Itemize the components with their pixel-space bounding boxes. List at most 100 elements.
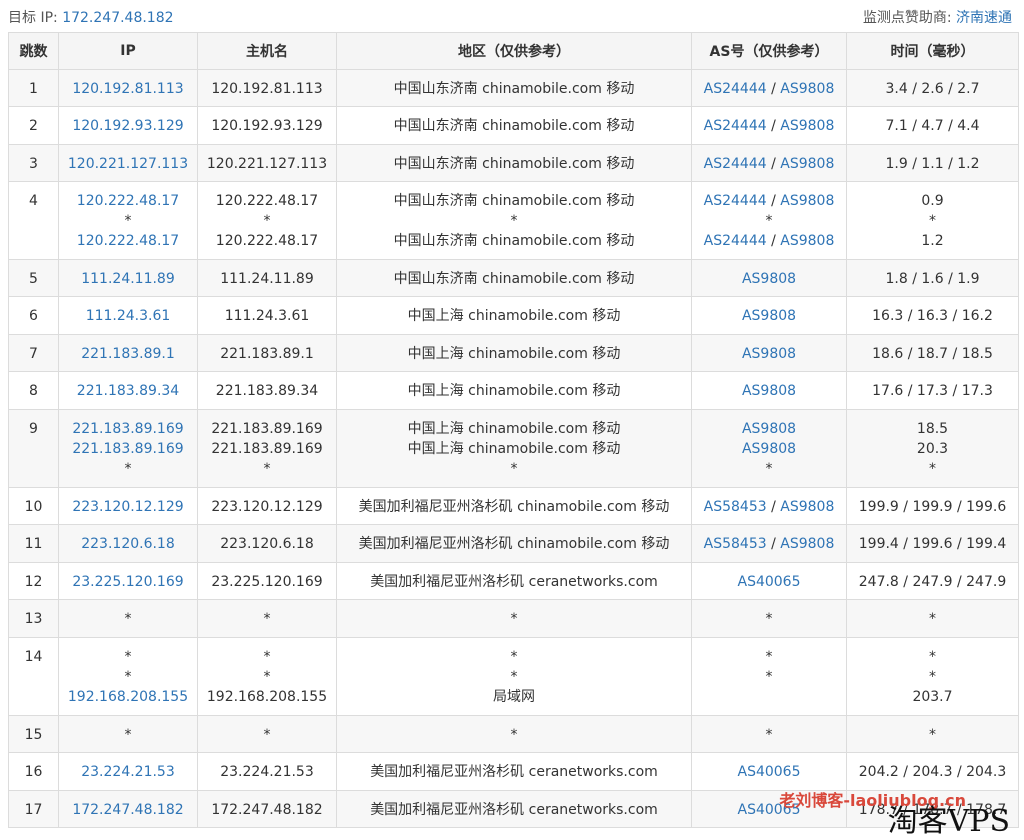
hostname-text: 120.192.81.113 bbox=[211, 81, 323, 97]
as-cell: AS58453 / AS9808 bbox=[691, 487, 847, 525]
time-cell: 1.8 / 1.6 / 1.9 bbox=[846, 259, 1019, 297]
hostname-cell: * * 192.168.208.155 bbox=[197, 637, 337, 716]
latency-text: 247.8 / 247.9 / 247.9 bbox=[858, 574, 1007, 590]
region-cell: 美国加利福尼亚州洛杉矶 ceranetworks.com bbox=[336, 562, 692, 600]
ip-link[interactable]: 221.183.89.169 bbox=[59, 419, 197, 439]
table-row: 3 120.221.127.113 120.221.127.113 中国山东济南 ch… bbox=[8, 144, 1019, 182]
ip-link[interactable]: 111.24.3.61 bbox=[59, 306, 197, 326]
as-link[interactable]: AS9808 bbox=[742, 383, 796, 399]
column-header-as: AS号（仅供参考） bbox=[691, 32, 847, 70]
as-link[interactable]: AS9808 bbox=[742, 346, 796, 362]
latency-text: 1.8 / 1.6 / 1.9 bbox=[885, 271, 980, 287]
as-link[interactable]: AS40065 bbox=[738, 574, 801, 590]
hostname-cell: 23.224.21.53 bbox=[197, 752, 337, 791]
ip-link[interactable]: 221.183.89.169 bbox=[59, 439, 197, 459]
as-link[interactable]: AS24444 bbox=[704, 81, 767, 97]
as-link[interactable]: AS9808 bbox=[742, 308, 796, 324]
as-link[interactable]: AS24444 bbox=[704, 156, 767, 172]
target-ip-value[interactable]: 172.247.48.182 bbox=[62, 10, 173, 26]
ip-link[interactable]: 120.221.127.113 bbox=[59, 154, 197, 174]
ip-cell: * * 192.168.208.155 bbox=[58, 637, 198, 716]
as-cell: AS58453 / AS9808 bbox=[691, 524, 847, 563]
region-cell: 中国山东济南 chinamobile.com 移动 bbox=[336, 259, 692, 297]
ip-cell: 223.120.6.18 bbox=[58, 524, 198, 563]
hostname-cell: 223.120.6.18 bbox=[197, 524, 337, 563]
timeout-marker: * bbox=[510, 727, 518, 743]
as-cell: AS9808 bbox=[691, 296, 847, 335]
as-link[interactable]: AS9808 bbox=[780, 193, 834, 209]
as-link[interactable]: AS9808 bbox=[780, 233, 834, 249]
ip-link[interactable]: 120.192.81.113 bbox=[59, 79, 197, 99]
ip-link[interactable]: 120.192.93.129 bbox=[59, 116, 197, 136]
as-cell: AS24444 / AS9808 bbox=[691, 144, 847, 182]
as-link[interactable]: AS40065 bbox=[738, 764, 801, 780]
as-link[interactable]: AS24444 bbox=[704, 233, 767, 249]
latency-text: 18.5 bbox=[916, 421, 949, 437]
sponsor-link[interactable]: 济南速通 bbox=[956, 10, 1012, 26]
latency-text: 17.6 / 17.3 / 17.3 bbox=[872, 383, 993, 399]
as-cell: AS9808 bbox=[691, 334, 847, 372]
hop-cell: 6 bbox=[8, 296, 59, 335]
as-link[interactable]: AS9808 bbox=[780, 118, 834, 134]
column-header-hop: 跳数 bbox=[8, 32, 59, 70]
column-header-ip: IP bbox=[58, 32, 198, 70]
column-header-hostname: 主机名 bbox=[197, 32, 337, 70]
ip-link[interactable]: 23.224.21.53 bbox=[59, 762, 197, 782]
hostname-text: 221.183.89.1 bbox=[220, 346, 314, 362]
time-cell: 7.1 / 4.7 / 4.4 bbox=[846, 106, 1019, 145]
ip-link[interactable]: 120.222.48.17 bbox=[59, 231, 197, 251]
timeout-marker: * bbox=[929, 461, 936, 477]
ip-link[interactable]: 192.168.208.155 bbox=[59, 687, 197, 707]
ip-link[interactable]: 23.225.120.169 bbox=[59, 572, 197, 592]
as-link[interactable]: AS58453 bbox=[704, 536, 767, 552]
timeout-marker: * bbox=[263, 461, 271, 477]
as-line: AS9808 bbox=[692, 344, 846, 364]
ip-link[interactable]: 111.24.11.89 bbox=[59, 269, 197, 289]
ip-link[interactable]: 221.183.89.34 bbox=[59, 381, 197, 401]
as-link[interactable]: AS9808 bbox=[742, 271, 796, 287]
as-line: AS9808 bbox=[692, 419, 846, 439]
as-link[interactable]: AS9808 bbox=[780, 156, 834, 172]
region-text: 中国上海 chinamobile.com 移动 bbox=[407, 383, 621, 399]
table-row: 8 221.183.89.34 221.183.89.34 中国上海 chinamob… bbox=[8, 371, 1019, 410]
as-link[interactable]: AS58453 bbox=[704, 499, 767, 515]
region-text: 中国山东济南 chinamobile.com 移动 bbox=[393, 156, 635, 172]
brand-watermark: 淘客VPS bbox=[887, 804, 1010, 839]
table-row: 15 * * * * * bbox=[8, 715, 1019, 753]
as-link[interactable]: AS9808 bbox=[780, 499, 834, 515]
ip-link[interactable]: 172.247.48.182 bbox=[59, 800, 197, 820]
as-line: AS24444 / AS9808 bbox=[692, 191, 846, 211]
ip-link[interactable]: 223.120.6.18 bbox=[59, 534, 197, 554]
latency-text: 18.6 / 18.7 / 18.5 bbox=[872, 346, 993, 362]
hop-number: 13 bbox=[24, 611, 43, 627]
hop-number: 2 bbox=[29, 118, 38, 134]
timeout-marker: * bbox=[510, 669, 518, 685]
latency-text: 20.3 bbox=[916, 441, 949, 457]
latency-text: 199.4 / 199.6 / 199.4 bbox=[858, 536, 1007, 552]
as-link[interactable]: AS24444 bbox=[704, 193, 767, 209]
hop-number: 6 bbox=[29, 308, 38, 324]
hostname-cell: 111.24.11.89 bbox=[197, 259, 337, 297]
region-cell: 美国加利福尼亚州洛杉矶 ceranetworks.com bbox=[336, 752, 692, 791]
region-cell: 美国加利福尼亚州洛杉矶 ceranetworks.com bbox=[336, 790, 692, 828]
as-link[interactable]: AS9808 bbox=[780, 81, 834, 97]
hop-number: 9 bbox=[29, 421, 38, 437]
hostname-text: 23.224.21.53 bbox=[220, 764, 314, 780]
region-text: 中国上海 chinamobile.com 移动 bbox=[407, 346, 621, 362]
as-separator: / bbox=[766, 81, 781, 97]
ip-link[interactable]: 223.120.12.129 bbox=[59, 497, 197, 517]
region-text: 中国山东济南 chinamobile.com 移动 bbox=[393, 118, 635, 134]
as-link[interactable]: AS9808 bbox=[742, 421, 796, 437]
ip-link[interactable]: 221.183.89.1 bbox=[59, 344, 197, 364]
region-text: 中国山东济南 chinamobile.com 移动 bbox=[393, 271, 635, 287]
as-link[interactable]: AS24444 bbox=[704, 118, 767, 134]
time-cell: 199.9 / 199.9 / 199.6 bbox=[846, 487, 1019, 525]
as-cell: AS40065 bbox=[691, 752, 847, 791]
as-cell: AS24444 / AS9808 bbox=[691, 106, 847, 145]
as-link[interactable]: AS9808 bbox=[780, 536, 834, 552]
as-link[interactable]: AS9808 bbox=[742, 441, 796, 457]
hop-cell: 4 bbox=[8, 181, 59, 260]
time-cell: 0.9 * 1.2 bbox=[846, 181, 1019, 260]
hop-number: 17 bbox=[24, 802, 43, 818]
ip-link[interactable]: 120.222.48.17 bbox=[59, 191, 197, 211]
